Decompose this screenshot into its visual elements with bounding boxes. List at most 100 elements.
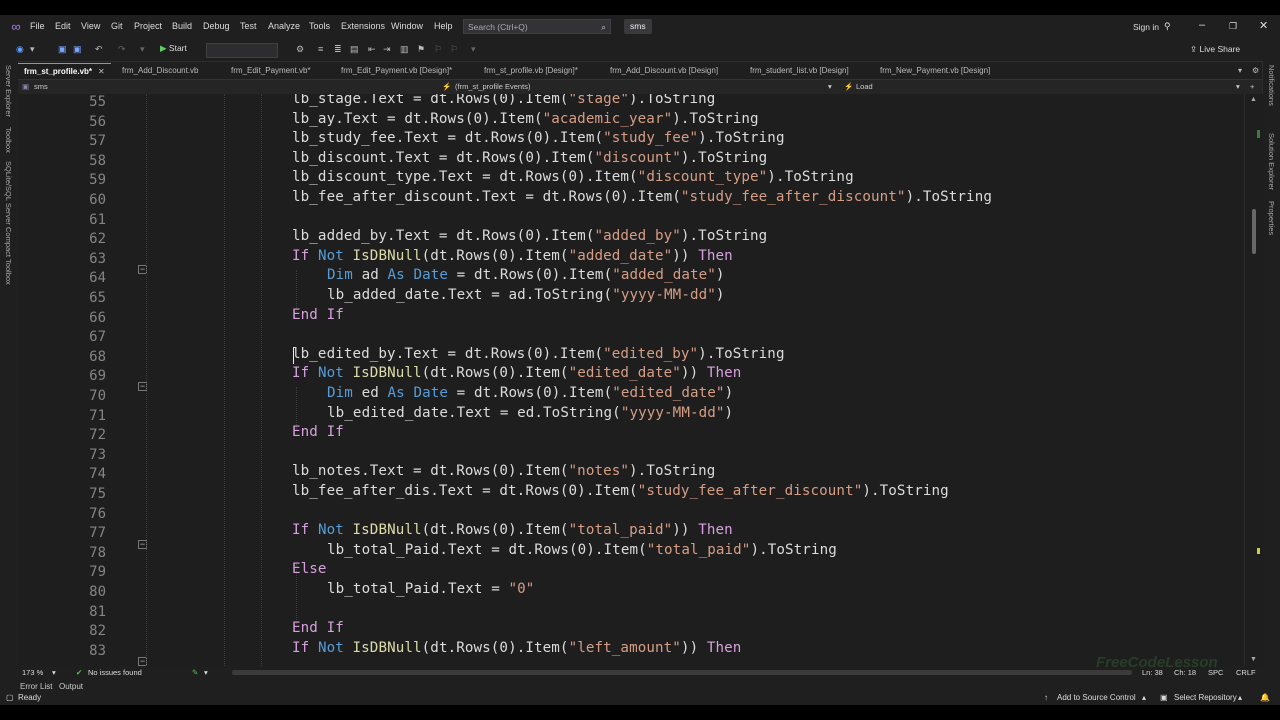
comment-icon[interactable]: ≡ xyxy=(318,44,323,54)
scrollbar-thumb[interactable] xyxy=(1252,209,1256,254)
menu-window[interactable]: Window xyxy=(391,21,423,31)
code-line[interactable]: lb_added_date.Text = ad.ToString("yyyy-M… xyxy=(327,287,725,303)
prev-bookmark-icon[interactable]: ⚐ xyxy=(434,44,442,55)
code-text-area[interactable]: lb_stage.Text = dt.Rows(0).Item("stage")… xyxy=(292,94,1242,666)
forward-icon[interactable]: ▾ xyxy=(30,44,35,55)
code-line[interactable]: lb_fee_after_discount.Text = dt.Rows(0).… xyxy=(292,189,992,205)
tab-frm-new-payment-design[interactable]: frm_New_Payment.vb [Design] xyxy=(880,63,990,79)
format-icon[interactable]: ▤ xyxy=(350,44,359,55)
code-line[interactable]: lb_added_by.Text = dt.Rows(0).Item("adde… xyxy=(292,228,767,244)
vertical-scrollbar[interactable]: ▲ ▼ xyxy=(1244,94,1263,666)
code-cleanup-dropdown-icon[interactable]: ▾ xyxy=(204,666,208,680)
restore-icon[interactable]: ❐ xyxy=(1229,21,1237,32)
code-line[interactable]: lb_ay.Text = dt.Rows(0).Item("academic_y… xyxy=(292,111,759,127)
tab-frm-add-discount-design[interactable]: frm_Add_Discount.vb [Design] xyxy=(610,63,718,79)
member-dropdown[interactable]: Load xyxy=(856,80,873,94)
menu-file[interactable]: File xyxy=(30,21,45,31)
back-icon[interactable]: ◉ xyxy=(16,44,24,55)
settings-gear-icon[interactable]: ⚙ xyxy=(1252,63,1259,79)
sqlite-toolbox-tab[interactable]: SQLite/SQL Server Compact Toolbox xyxy=(4,161,13,285)
next-bookmark-icon[interactable]: ⚐ xyxy=(450,44,458,55)
code-line[interactable]: If Not IsDBNull(dt.Rows(0).Item("total_p… xyxy=(292,522,733,538)
sign-in-link[interactable]: Sign in xyxy=(1133,22,1159,32)
menu-build[interactable]: Build xyxy=(172,21,192,31)
undo-icon[interactable]: ↶ xyxy=(95,44,103,55)
tab-frm-add-discount-vb[interactable]: frm_Add_Discount.vb xyxy=(122,63,198,79)
code-line[interactable]: lb_total_Paid.Text = dt.Rows(0).Item("to… xyxy=(327,542,837,558)
scroll-up-icon[interactable]: ▲ xyxy=(1250,96,1257,103)
menu-git[interactable]: Git xyxy=(111,21,123,31)
toolbox-tab[interactable]: Toolbox xyxy=(4,127,13,153)
code-line[interactable]: End If xyxy=(292,424,344,440)
indent-icon[interactable]: ⇤ xyxy=(368,44,376,55)
scroll-down-icon[interactable]: ▼ xyxy=(1250,656,1257,663)
minimize-icon[interactable]: – xyxy=(1199,19,1205,31)
menu-test[interactable]: Test xyxy=(240,21,257,31)
code-line[interactable]: Else xyxy=(292,561,327,577)
server-explorer-tab[interactable]: Server Explorer xyxy=(4,65,13,117)
customize-icon[interactable]: ▾ xyxy=(471,44,476,55)
code-cleanup-icon[interactable]: ✎ xyxy=(192,666,198,680)
menu-tools[interactable]: Tools xyxy=(309,21,330,31)
line-ending-indicator[interactable]: CRLF xyxy=(1236,666,1256,680)
notification-bell-icon[interactable]: 🔔 xyxy=(1260,693,1270,702)
tab-close-icon[interactable]: ✕ xyxy=(98,67,105,76)
zoom-level[interactable]: 173 % xyxy=(22,666,43,680)
code-line[interactable]: Dim ad As Date = dt.Rows(0).Item("added_… xyxy=(327,267,725,283)
repository-chevron-icon[interactable]: ▴ xyxy=(1238,693,1242,702)
zoom-dropdown-icon[interactable]: ▾ xyxy=(52,666,56,680)
code-line[interactable]: If Not IsDBNull(dt.Rows(0).Item("edited_… xyxy=(292,365,741,381)
menu-analyze[interactable]: Analyze xyxy=(268,21,300,31)
tab-frm-st-profile-vb[interactable]: frm_st_profile.vb* ✕ xyxy=(18,63,111,80)
tab-output[interactable]: Output xyxy=(59,680,83,694)
code-line[interactable]: End If xyxy=(292,307,344,323)
code-line[interactable]: lb_study_fee.Text = dt.Rows(0).Item("stu… xyxy=(292,130,785,146)
code-line[interactable]: If Not IsDBNull(dt.Rows(0).Item("added_d… xyxy=(292,248,733,264)
object-dropdown[interactable]: (frm_st_profile Events) xyxy=(455,80,530,94)
configuration-combo[interactable] xyxy=(206,43,278,58)
project-dropdown[interactable]: sms xyxy=(34,80,48,94)
split-window-icon[interactable]: + xyxy=(1250,80,1254,94)
tab-frm-edit-payment-vb[interactable]: frm_Edit_Payment.vb* xyxy=(231,63,311,79)
bookmark-toggle-icon[interactable]: ⚑ xyxy=(417,44,425,55)
notifications-tab[interactable]: Notifications xyxy=(1267,65,1276,106)
issues-status[interactable]: No issues found xyxy=(88,666,142,680)
tab-frm-edit-payment-design[interactable]: frm_Edit_Payment.vb [Design]* xyxy=(341,63,452,79)
save-all-icon[interactable]: ▣ xyxy=(73,44,82,55)
search-input[interactable]: Search (Ctrl+Q) ⌕ xyxy=(463,19,611,34)
uncomment-icon[interactable]: ≣ xyxy=(334,44,342,55)
member-dropdown-chevron-icon[interactable]: ▾ xyxy=(1236,80,1240,94)
properties-tab[interactable]: Properties xyxy=(1267,201,1276,235)
tab-frm-student-list-design[interactable]: frm_student_list.vb [Design] xyxy=(750,63,849,79)
code-line[interactable]: lb_edited_date.Text = ed.ToString("yyyy-… xyxy=(327,405,733,421)
outdent-icon[interactable]: ⇥ xyxy=(383,44,391,55)
tab-frm-st-profile-design[interactable]: frm_st_profile.vb [Design]* xyxy=(484,63,578,79)
menu-project[interactable]: Project xyxy=(134,21,162,31)
code-line[interactable]: lb_notes.Text = dt.Rows(0).Item("notes")… xyxy=(292,463,715,479)
code-line[interactable]: lb_discount_type.Text = dt.Rows(0).Item(… xyxy=(292,169,854,185)
object-dropdown-chevron-icon[interactable]: ▾ xyxy=(828,80,832,94)
code-line[interactable]: lb_total_Paid.Text = "0" xyxy=(327,581,534,597)
select-repository-button[interactable]: Select Repository xyxy=(1174,693,1237,702)
code-line[interactable]: lb_fee_after_dis.Text = dt.Rows(0).Item(… xyxy=(292,483,949,499)
menu-extensions[interactable]: Extensions xyxy=(341,21,385,31)
code-line[interactable]: Dim ed As Date = dt.Rows(0).Item("edited… xyxy=(327,385,733,401)
menu-edit[interactable]: Edit xyxy=(55,21,71,31)
dropdown-icon[interactable]: ▾ xyxy=(140,44,145,55)
tab-overflow-icon[interactable]: ▾ xyxy=(1238,63,1242,79)
menu-view[interactable]: View xyxy=(81,21,100,31)
source-control-chevron-icon[interactable]: ▴ xyxy=(1142,693,1146,702)
debug-target-icon[interactable]: ⚙ xyxy=(296,44,304,55)
code-line[interactable]: If Not IsDBNull(dt.Rows(0).Item("left_am… xyxy=(292,640,741,656)
code-line[interactable]: lb_edited_by.Text = dt.Rows(0).Item("edi… xyxy=(292,346,785,362)
menu-debug[interactable]: Debug xyxy=(203,21,230,31)
code-editor[interactable]: 55 56 57 58 59 60 61 62 63 64 65 66 67 6… xyxy=(18,94,1244,666)
tab-error-list[interactable]: Error List xyxy=(20,680,52,694)
code-line[interactable]: End If xyxy=(292,620,344,636)
horizontal-scrollbar[interactable] xyxy=(232,670,1132,675)
code-line[interactable]: lb_stage.Text = dt.Rows(0).Item("stage")… xyxy=(292,94,715,107)
live-share-button[interactable]: ⇪ Live Share xyxy=(1190,44,1240,55)
redo-icon[interactable]: ↷ xyxy=(118,44,126,55)
code-line[interactable]: lb_discount.Text = dt.Rows(0).Item("disc… xyxy=(292,150,767,166)
start-button[interactable]: ▶ Start xyxy=(160,43,187,54)
